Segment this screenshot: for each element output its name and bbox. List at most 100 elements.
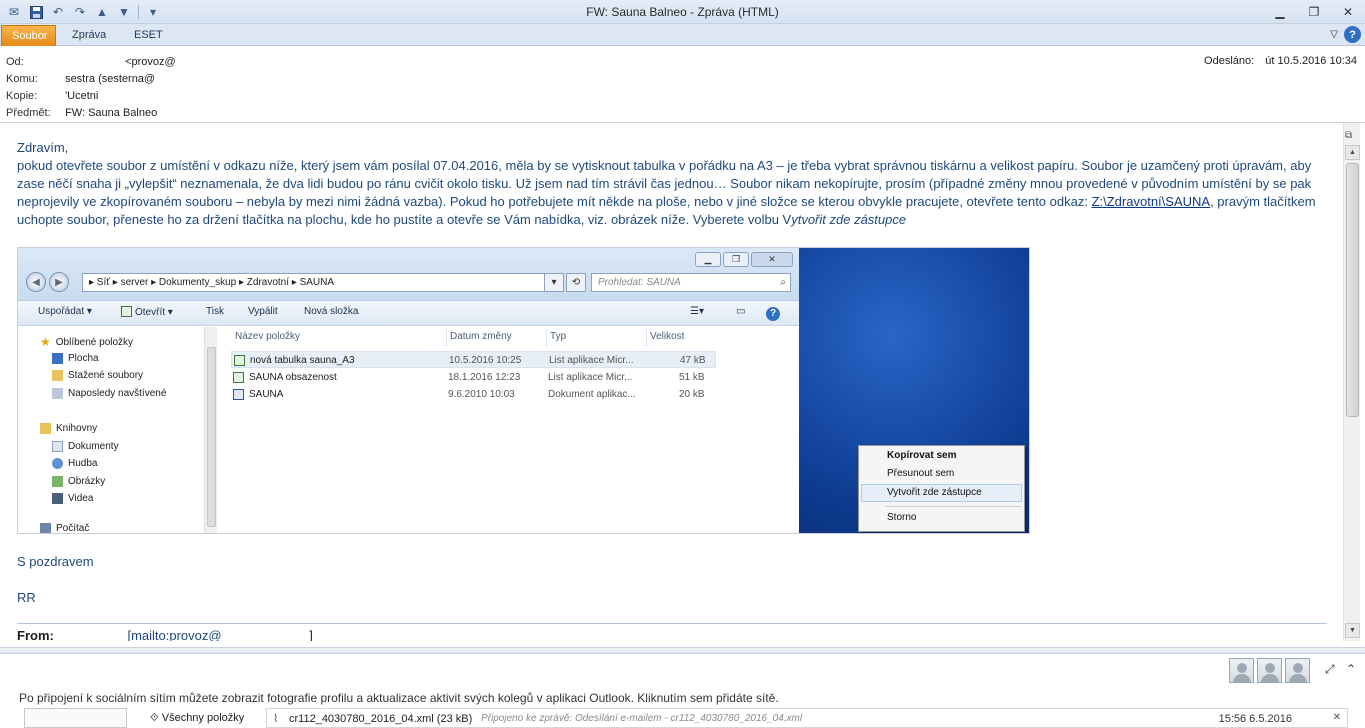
attachment-close-icon[interactable]: ✕: [1333, 712, 1341, 723]
body-scrollbar[interactable]: ▲ ▼: [1343, 123, 1360, 641]
collapse-ribbon-button[interactable]: ▽: [1330, 29, 1338, 40]
subject-label: Předmět:: [6, 107, 51, 119]
file-row: nová tabulka sauna_A3 10.5.2016 10:25 Li…: [231, 351, 716, 368]
toolbar-open: Otevřít ▾: [121, 306, 173, 318]
body-text: pokud otevřete soubor z umístění v odkaz…: [17, 157, 1327, 229]
paperclip-icon: ⌇: [273, 713, 279, 725]
library-icon: [40, 423, 51, 434]
to-label: Komu:: [6, 73, 38, 85]
explorer-restore-icon: ❐: [723, 252, 749, 267]
people-pane-splitter[interactable]: [0, 648, 1365, 654]
ribbon-tab-bar: Soubor Zpráva ESET ▽ ?: [0, 24, 1365, 46]
tab-zprava[interactable]: Zpráva: [62, 25, 116, 46]
regards: S pozdravem: [17, 554, 94, 569]
zoom-icon[interactable]: ⧉: [1345, 130, 1358, 143]
forward-separator: [17, 623, 1327, 624]
cc-row: Kopie: 'Ucetni: [6, 88, 98, 105]
folder-link[interactable]: Z:\Zdravotní\SAUNA: [1092, 194, 1210, 209]
social-network-message[interactable]: Po připojení k sociálním sítím můžete zo…: [19, 691, 779, 705]
avatar[interactable]: [1285, 658, 1310, 683]
close-button[interactable]: ✕: [1331, 0, 1365, 24]
to-row: Komu: sestra (sesterna@: [6, 71, 155, 88]
sidebar-favorites: ★ Oblíbené položky: [40, 335, 134, 349]
column-name: Název položky: [235, 331, 301, 342]
minimize-button[interactable]: ▁: [1263, 0, 1297, 24]
videos-icon: [52, 493, 63, 504]
all-items[interactable]: ⟐ Všechny položky: [150, 712, 244, 725]
title-bar: ✉ ↶ ↷ ▲ ▼ ▾ FW: Sauna Balneo - Zpráva (H…: [0, 0, 1365, 24]
avatar[interactable]: [1229, 658, 1254, 683]
forward-icon: ▶: [49, 272, 69, 292]
search-icon: ⌕: [780, 277, 786, 288]
explorer-window: ▁ ❐ ✕ ◀ ▶ ▸ Síť ▸ server ▸ Dokumenty_sku…: [18, 248, 799, 533]
address-dropdown-icon: ▾: [544, 273, 564, 292]
people-pane: ⤢ ⌃ Po připojení k sociálním sítím můžet…: [0, 647, 1365, 705]
excel-file-icon: [234, 355, 245, 366]
from-value[interactable]: <provoz@: [125, 56, 176, 68]
context-menu: Kopírovat sem Přesunout sem Vytvořit zde…: [858, 445, 1025, 532]
sidebar-computer: Počítač: [40, 523, 89, 533]
toolbar-print: Tisk: [206, 306, 224, 317]
message-header: Od: <provoz@ Komu: sestra (sesterna@ Kop…: [0, 46, 1365, 123]
forwarded-from-mailto[interactable]: [mailto:provoz@: [127, 628, 221, 641]
scroll-thumb[interactable]: [1346, 163, 1359, 417]
toolbar-new-folder: Nová složka: [304, 306, 359, 317]
column-separator: [646, 329, 647, 347]
avatar[interactable]: [1257, 658, 1282, 683]
window-title: FW: Sauna Balneo - Zpráva (HTML): [586, 5, 779, 19]
people-avatars: [1229, 658, 1310, 683]
restore-button[interactable]: ❐: [1297, 0, 1331, 24]
column-size: Velikost: [650, 331, 685, 342]
context-cancel: Storno: [887, 512, 917, 523]
help-button[interactable]: ?: [1344, 26, 1361, 43]
computer-icon: [40, 523, 51, 533]
greeting: Zdravím,: [17, 140, 69, 155]
column-separator: [446, 329, 447, 347]
sidebar-documents: Dokumenty: [52, 441, 119, 452]
preview-pane-icon: ▭: [736, 306, 746, 317]
message-body[interactable]: Zdravím, pokud otevřete soubor z umístěn…: [0, 123, 1343, 641]
window-controls: ▁ ❐ ✕: [1263, 0, 1365, 24]
toolbar-open-label: Otevřít ▾: [135, 307, 173, 318]
explorer-help-icon: ?: [766, 307, 780, 321]
file-row: SAUNA obsazenost 18.1.2016 12:23 List ap…: [231, 369, 716, 386]
from-label: Od:: [6, 56, 24, 68]
toolbar-organize: Uspořádat ▾: [38, 306, 92, 317]
context-move-here: Přesunout sem: [887, 468, 955, 479]
expand-people-pane-icon[interactable]: ⤢: [1325, 662, 1335, 677]
excel-file-icon: [233, 372, 244, 383]
forwarded-from-end: ]: [309, 628, 313, 641]
star-icon: ★: [40, 335, 51, 349]
sent-value: út 10.5.2016 10:34: [1265, 55, 1357, 67]
explorer-close-icon: ✕: [751, 252, 793, 267]
forwarded-from: From: [mailto:provoz@ ]: [17, 628, 313, 641]
sidebar-downloads: Stažené soubory: [52, 370, 143, 381]
collapse-people-pane-icon[interactable]: ⌃: [1346, 662, 1356, 676]
scroll-down-button[interactable]: ▼: [1345, 623, 1360, 638]
word-file-icon: [233, 389, 244, 400]
tab-eset[interactable]: ESET: [124, 25, 173, 46]
scroll-up-button[interactable]: ▲: [1345, 145, 1360, 160]
sidebar-recent: Naposledy navštívené: [52, 388, 166, 399]
tab-soubor[interactable]: Soubor: [1, 25, 56, 46]
cc-label: Kopie:: [6, 90, 38, 102]
body-text-emphasis: ytvořit zde zástupce: [791, 212, 907, 227]
attachment-caption: Připojeno ke zprávě: Odesílání e-mailem …: [481, 713, 803, 724]
cc-value[interactable]: 'Ucetni: [65, 90, 98, 102]
explorer-toolbar: Uspořádat ▾ Otevřít ▾ Tisk Vypálit Nová …: [18, 300, 799, 326]
explorer-search-text: Prohledat: SAUNA: [598, 277, 681, 288]
explorer-window-controls: ▁ ❐ ✕: [695, 252, 793, 267]
column-date: Datum změny: [450, 331, 512, 342]
subject-value: FW: Sauna Balneo: [65, 107, 158, 119]
to-value[interactable]: sestra (sesterna@: [65, 73, 155, 85]
attachment-item[interactable]: ⌇ cr112_4030780_2016_04.xml (23 kB) Přip…: [266, 708, 1348, 728]
ribbon-right-controls: ▽ ?: [1330, 26, 1361, 43]
sidebar-libraries: Knihovny: [40, 423, 97, 434]
embedded-screenshot: ▁ ❐ ✕ ◀ ▶ ▸ Síť ▸ server ▸ Dokumenty_sku…: [17, 247, 1030, 534]
subject-row: Předmět: FW: Sauna Balneo: [6, 105, 157, 122]
attachment-name: cr112_4030780_2016_04.xml (23 kB): [289, 713, 473, 725]
sidebar-desktop: Plocha: [52, 353, 99, 364]
signature: RR: [17, 590, 36, 605]
sidebar-scrollbar: [204, 327, 217, 533]
sent-info: Odesláno: út 10.5.2016 10:34: [1204, 55, 1357, 67]
